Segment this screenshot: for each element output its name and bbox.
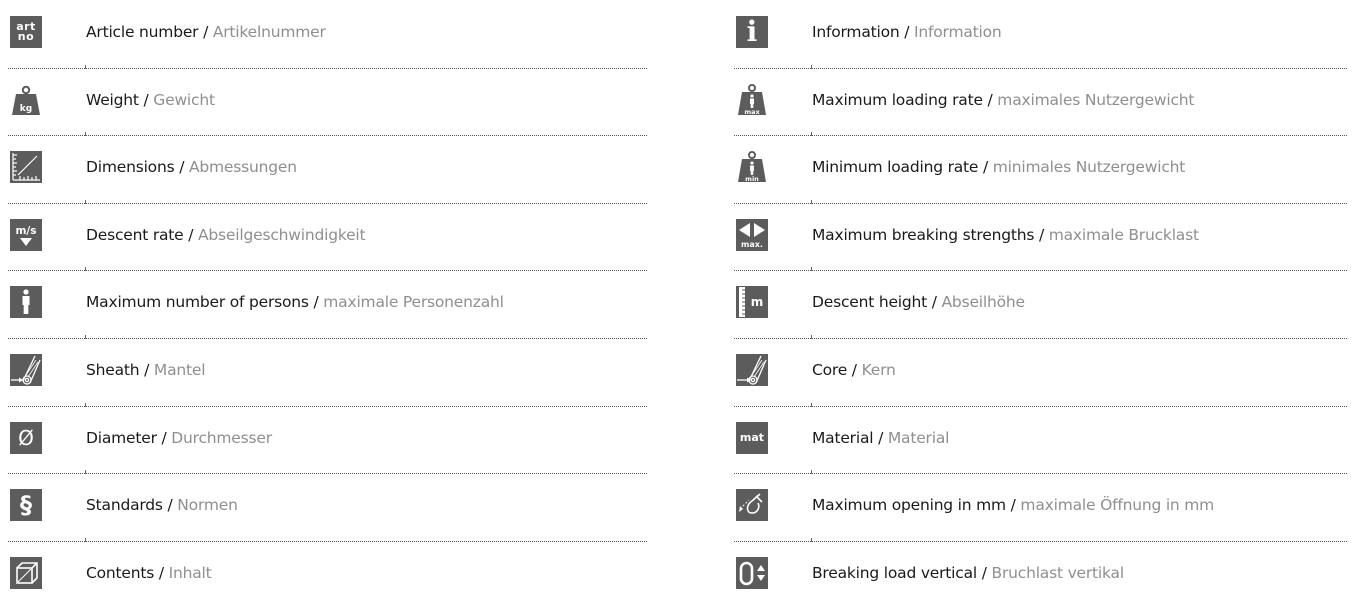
svg-text:kg: kg — [20, 104, 32, 114]
legend-column-left: art no Article number / Artikelnummer kg … — [8, 1, 647, 609]
breaking-strength-icon: max. — [736, 218, 768, 251]
svg-text:min: min — [745, 175, 759, 183]
diameter-icon: Ø — [10, 421, 42, 454]
legend-row-opening: Maximum opening in mm / maximale Öffnung… — [734, 474, 1347, 542]
legend-label: Core / Kern — [812, 360, 896, 379]
sheath-icon — [10, 353, 42, 386]
svg-text:max: max — [744, 108, 760, 116]
icon-legend: art no Article number / Artikelnummer kg … — [0, 0, 1355, 596]
legend-row-persons: Maximum number of persons / maximale Per… — [8, 271, 647, 339]
svg-text:m/s: m/s — [15, 225, 36, 237]
legend-label: Maximum number of persons / maximale Per… — [86, 293, 504, 312]
information-icon: i — [736, 16, 768, 48]
breaking-load-vertical-icon — [736, 556, 768, 589]
legend-row-min-loading: min Minimum loading rate / minimales Nut… — [734, 136, 1347, 204]
legend-row-diameter: Ø Diameter / Durchmesser — [8, 407, 647, 475]
legend-row-dimensions: Dimensions / Abmessungen — [8, 136, 647, 204]
legend-label: Article number / Artikelnummer — [86, 23, 326, 41]
legend-row-breaking-load-vertical: Breaking load vertical / Bruchlast verti… — [734, 542, 1347, 609]
legend-label: Contents / Inhalt — [86, 563, 212, 582]
article-number-icon: art no — [10, 16, 42, 48]
legend-column-right: i Information / Information max Maximum … — [734, 1, 1347, 609]
material-icon: mat — [736, 421, 768, 454]
legend-row-max-loading: max Maximum loading rate / maximales Nut… — [734, 69, 1347, 137]
legend-label: Diameter / Durchmesser — [86, 428, 272, 447]
weight-icon: kg — [10, 83, 42, 116]
opening-icon — [736, 489, 768, 522]
legend-row-standards: § Standards / Normen — [8, 474, 647, 542]
legend-row-contents: Contents / Inhalt — [8, 542, 647, 609]
legend-label: Minimum loading rate / minimales Nutzerg… — [812, 158, 1186, 177]
descent-rate-icon: m/s — [10, 218, 42, 251]
legend-label: Weight / Gewicht — [86, 90, 215, 109]
legend-label: Material / Material — [812, 428, 950, 447]
svg-text:m: m — [751, 295, 764, 309]
contents-icon — [10, 556, 42, 589]
legend-label: Maximum breaking strengths / maximale Br… — [812, 225, 1199, 244]
legend-label: Descent height / Abseilhöhe — [812, 293, 1025, 312]
svg-text:max.: max. — [741, 240, 763, 249]
standards-icon: § — [10, 489, 42, 522]
legend-row-material: mat Material / Material — [734, 407, 1347, 475]
descent-height-icon: m — [736, 286, 768, 319]
min-loading-icon: min — [736, 151, 768, 184]
legend-row-descent-rate: m/s Descent rate / Abseilgeschwindigkeit — [8, 204, 647, 272]
legend-row-weight: kg Weight / Gewicht — [8, 69, 647, 137]
legend-label: Standards / Normen — [86, 496, 238, 515]
core-icon — [736, 353, 768, 386]
person-icon — [10, 286, 42, 319]
legend-row-article-number: art no Article number / Artikelnummer — [8, 1, 647, 69]
legend-label: Sheath / Mantel — [86, 360, 206, 379]
legend-row-core: Core / Kern — [734, 339, 1347, 407]
dimensions-icon — [10, 151, 42, 184]
max-loading-icon: max — [736, 83, 768, 116]
legend-label: Breaking load vertical / Bruchlast verti… — [812, 563, 1124, 582]
legend-row-descent-height: m Descent height / Abseilhöhe — [734, 271, 1347, 339]
legend-row-sheath: Sheath / Mantel — [8, 339, 647, 407]
legend-label: Maximum loading rate / maximales Nutzerg… — [812, 90, 1195, 109]
legend-label: Maximum opening in mm / maximale Öffnung… — [812, 496, 1215, 515]
legend-label: Descent rate / Abseilgeschwindigkeit — [86, 225, 366, 244]
legend-label: Dimensions / Abmessungen — [86, 158, 297, 177]
legend-row-information: i Information / Information — [734, 1, 1347, 69]
legend-label: Information / Information — [812, 23, 1002, 41]
legend-row-breaking-strength: max. Maximum breaking strengths / maxima… — [734, 204, 1347, 272]
